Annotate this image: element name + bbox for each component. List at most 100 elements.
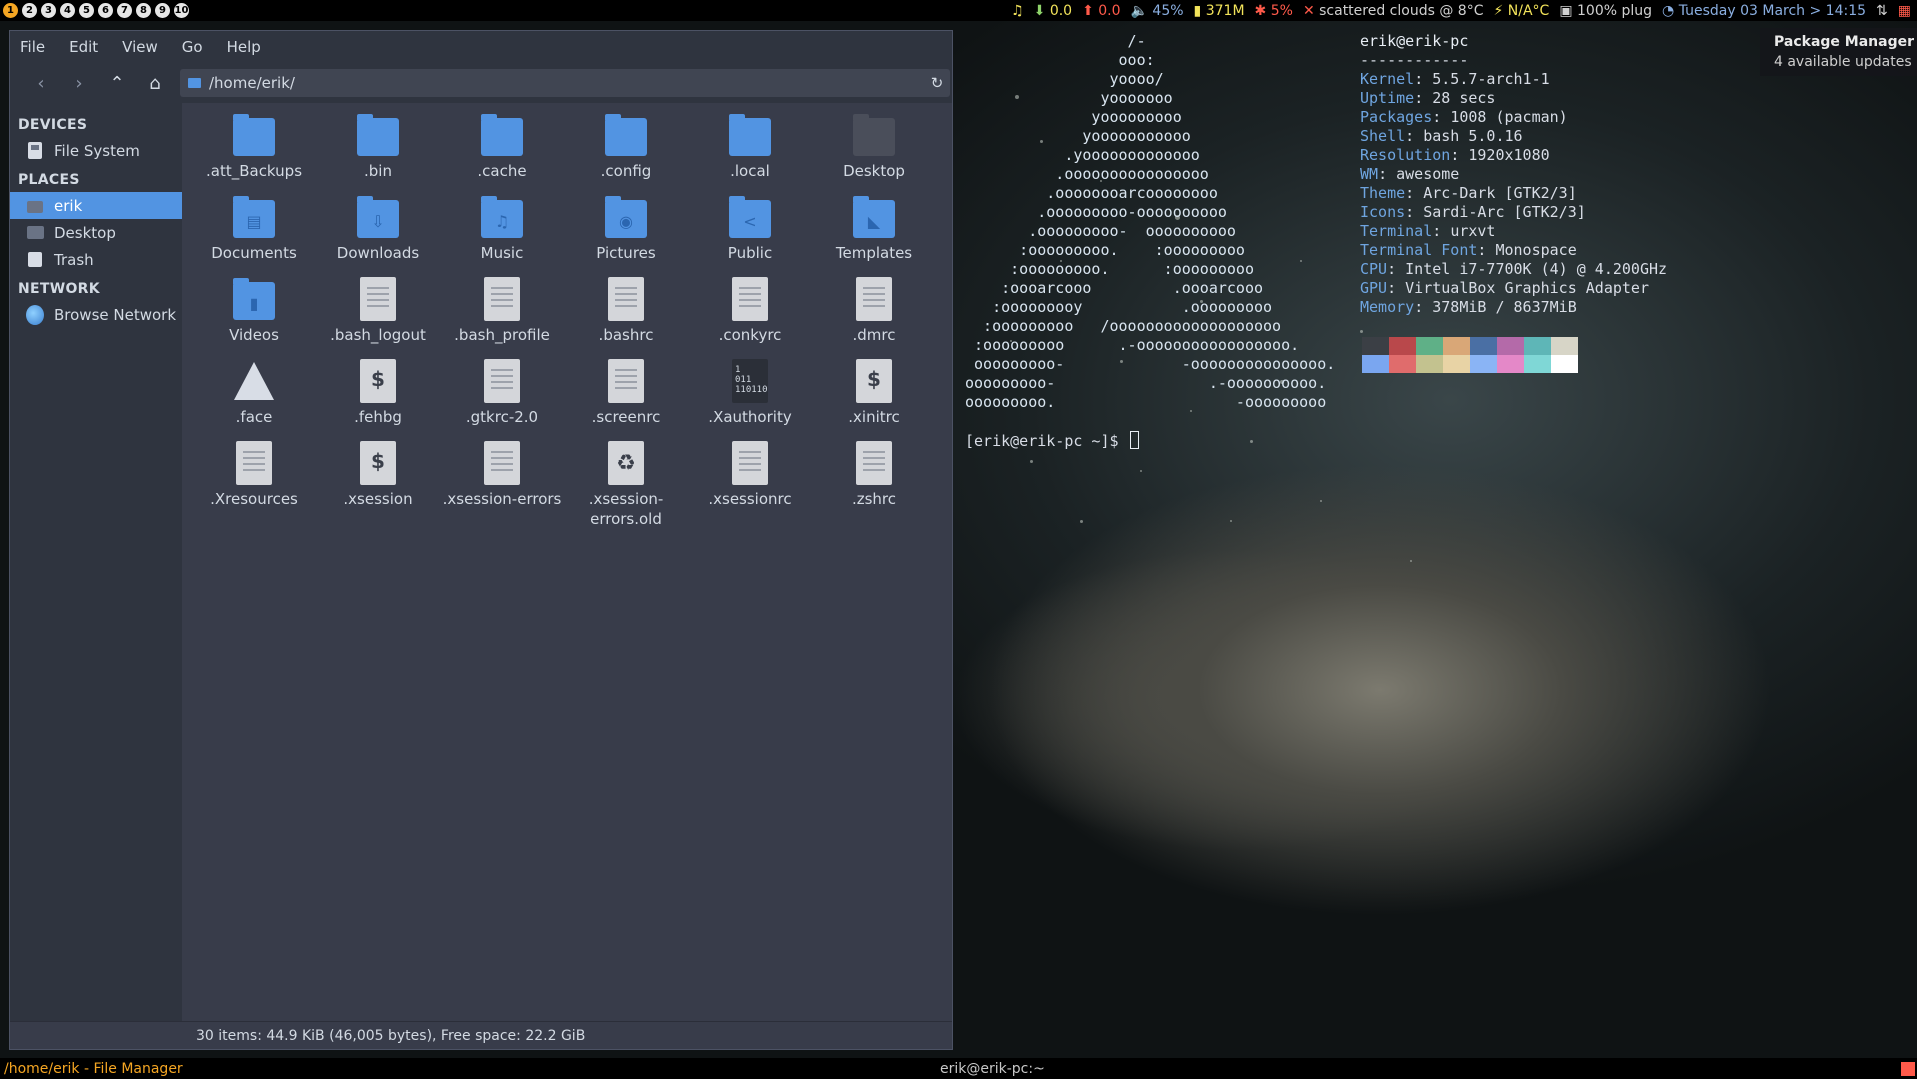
info-value: Intel i7-7700K (4) @ 4.200GHz xyxy=(1405,260,1668,278)
workspace-tag[interactable]: 1 xyxy=(3,3,18,18)
sidebar-item-trash[interactable]: Trash xyxy=(10,246,182,273)
folder-icon xyxy=(480,113,524,157)
workspace-tag[interactable]: 6 xyxy=(98,3,113,18)
folder-glyph-icon: ⇩ xyxy=(371,212,385,231)
shell-script-icon: $ xyxy=(356,359,400,403)
sidebar-item-label: Browse Network xyxy=(54,305,177,324)
reload-icon[interactable]: ↻ xyxy=(924,74,950,92)
volume[interactable]: 🔈 45% xyxy=(1131,3,1184,19)
workspace-tag[interactable]: 10 xyxy=(174,3,189,18)
menu-file[interactable]: File xyxy=(20,38,45,56)
folder-icon xyxy=(232,113,276,157)
info-row: Packages: 1008 (pacman) xyxy=(1360,108,1667,127)
menu-go[interactable]: Go xyxy=(182,38,203,56)
info-value: Monospace xyxy=(1495,241,1577,259)
file-item[interactable]: $ .xinitrc xyxy=(812,357,936,439)
file-item[interactable]: .bash_logout xyxy=(316,275,440,357)
palette-swatch xyxy=(1470,355,1497,373)
file-item[interactable]: Desktop xyxy=(812,111,936,193)
workspace-tag[interactable]: 3 xyxy=(41,3,56,18)
sync-icon[interactable]: ⇅ xyxy=(1876,3,1888,19)
file-item[interactable]: .face xyxy=(192,357,316,439)
file-item[interactable]: $ .xsession xyxy=(316,439,440,521)
info-colon: : xyxy=(1450,146,1469,164)
file-item[interactable]: .bash_profile xyxy=(440,275,564,357)
notification-popup[interactable]: Package Manager 4 available updates xyxy=(1760,28,1917,76)
file-item[interactable]: .cache xyxy=(440,111,564,193)
file-item[interactable]: .dmrc xyxy=(812,275,936,357)
layout-indicator-icon[interactable] xyxy=(1901,1061,1915,1076)
file-name: .bash_logout xyxy=(330,326,426,344)
file-name: .xsession-errors.old xyxy=(588,490,664,528)
file-item[interactable]: ♻ .xsession-errors.old xyxy=(564,439,688,528)
sidebar-item-file-system[interactable]: File System xyxy=(10,137,182,164)
info-key: WM xyxy=(1360,165,1379,183)
file-item[interactable]: .xsessionrc xyxy=(688,439,812,521)
file-name: .xsession-errors xyxy=(442,490,562,508)
file-item[interactable]: ▮ Videos xyxy=(192,275,316,357)
info-value: 28 secs xyxy=(1432,89,1496,107)
menu-edit[interactable]: Edit xyxy=(69,38,98,56)
music-note-icon[interactable]: ♫ xyxy=(1011,3,1024,19)
file-name: .fehbg xyxy=(354,408,402,426)
task-file-manager[interactable]: /home/erik - File Manager xyxy=(0,1061,940,1077)
text-cursor xyxy=(1129,431,1139,449)
info-key: Memory xyxy=(1360,298,1415,316)
file-item[interactable]: $ .fehbg xyxy=(316,357,440,439)
file-item[interactable]: ▤ Documents xyxy=(192,193,316,275)
menu-view[interactable]: View xyxy=(122,38,158,56)
location-bar[interactable]: /home/erik/ ↻ xyxy=(180,69,950,97)
workspace-tag[interactable]: 9 xyxy=(155,3,170,18)
file-item[interactable]: .config xyxy=(564,111,688,193)
workspace-tag[interactable]: 7 xyxy=(117,3,132,18)
palette-swatch xyxy=(1443,355,1470,373)
sidebar-item-erik[interactable]: erik xyxy=(10,192,182,219)
system-info: erik@erik-pc ------------ Kernel: 5.5.7-ar… xyxy=(1360,32,1667,317)
temperature: ⚡ N/A°C xyxy=(1493,2,1550,19)
file-item[interactable]: ⇩ Downloads xyxy=(316,193,440,275)
file-item[interactable]: .zshrc xyxy=(812,439,936,521)
text-file-icon xyxy=(480,277,524,321)
file-item[interactable]: 1 011 110110 .Xauthority xyxy=(688,357,812,439)
shell-prompt[interactable]: [erik@erik-pc ~]$ xyxy=(965,431,1139,450)
file-item[interactable]: ♫ Music xyxy=(440,193,564,275)
file-item[interactable]: ◉ Pictures xyxy=(564,193,688,275)
file-item[interactable]: < Public xyxy=(688,193,812,275)
up-button[interactable]: ⌃ xyxy=(98,68,136,98)
file-item[interactable]: .gtkrc-2.0 xyxy=(440,357,564,439)
file-item[interactable]: .screenrc xyxy=(564,357,688,439)
terminal-window[interactable]: /- ooo: yoooo/ yooooooo yooooooooo yoooo… xyxy=(965,30,1917,1050)
workspace-tag[interactable]: 8 xyxy=(136,3,151,18)
arch-logo-icon xyxy=(232,359,276,403)
task-terminal[interactable]: erik@erik-pc:~ xyxy=(940,1061,1045,1077)
palette-swatch xyxy=(1470,337,1497,355)
file-item[interactable]: .att_Backups xyxy=(192,111,316,193)
file-name: .zshrc xyxy=(851,490,897,508)
clock[interactable]: ◔ Tuesday 03 March > 14:15 xyxy=(1662,3,1866,19)
file-item[interactable]: .bashrc xyxy=(564,275,688,357)
file-item[interactable]: .bin xyxy=(316,111,440,193)
file-item[interactable]: .local xyxy=(688,111,812,193)
sidebar-item-desktop[interactable]: Desktop xyxy=(10,219,182,246)
forward-button[interactable]: › xyxy=(60,68,98,98)
palette-swatch xyxy=(1524,337,1551,355)
sidebar-heading-network: NETWORK xyxy=(18,281,100,297)
file-item[interactable]: .conkyrc xyxy=(688,275,812,357)
prompt-text: [erik@erik-pc ~]$ xyxy=(965,432,1128,450)
drive-icon xyxy=(26,142,44,160)
file-item[interactable]: .Xresources xyxy=(192,439,316,521)
workspace-tag[interactable]: 4 xyxy=(60,3,75,18)
info-colon: : xyxy=(1432,222,1451,240)
menu-help[interactable]: Help xyxy=(227,38,261,56)
workspace-tag[interactable]: 5 xyxy=(79,3,94,18)
home-button[interactable]: ⌂ xyxy=(136,68,174,98)
workspace-tag[interactable]: 2 xyxy=(22,3,37,18)
back-button[interactable]: ‹ xyxy=(22,68,60,98)
folder-icon: ♫ xyxy=(480,195,524,239)
info-row: Terminal Font: Monospace xyxy=(1360,241,1667,260)
layout-icon[interactable]: ▦ xyxy=(1898,3,1911,19)
info-value: urxvt xyxy=(1450,222,1496,240)
file-item[interactable]: ◣ Templates xyxy=(812,193,936,275)
sidebar-item-browse-network[interactable]: Browse Network xyxy=(10,301,182,328)
file-item[interactable]: .xsession-errors xyxy=(440,439,564,521)
